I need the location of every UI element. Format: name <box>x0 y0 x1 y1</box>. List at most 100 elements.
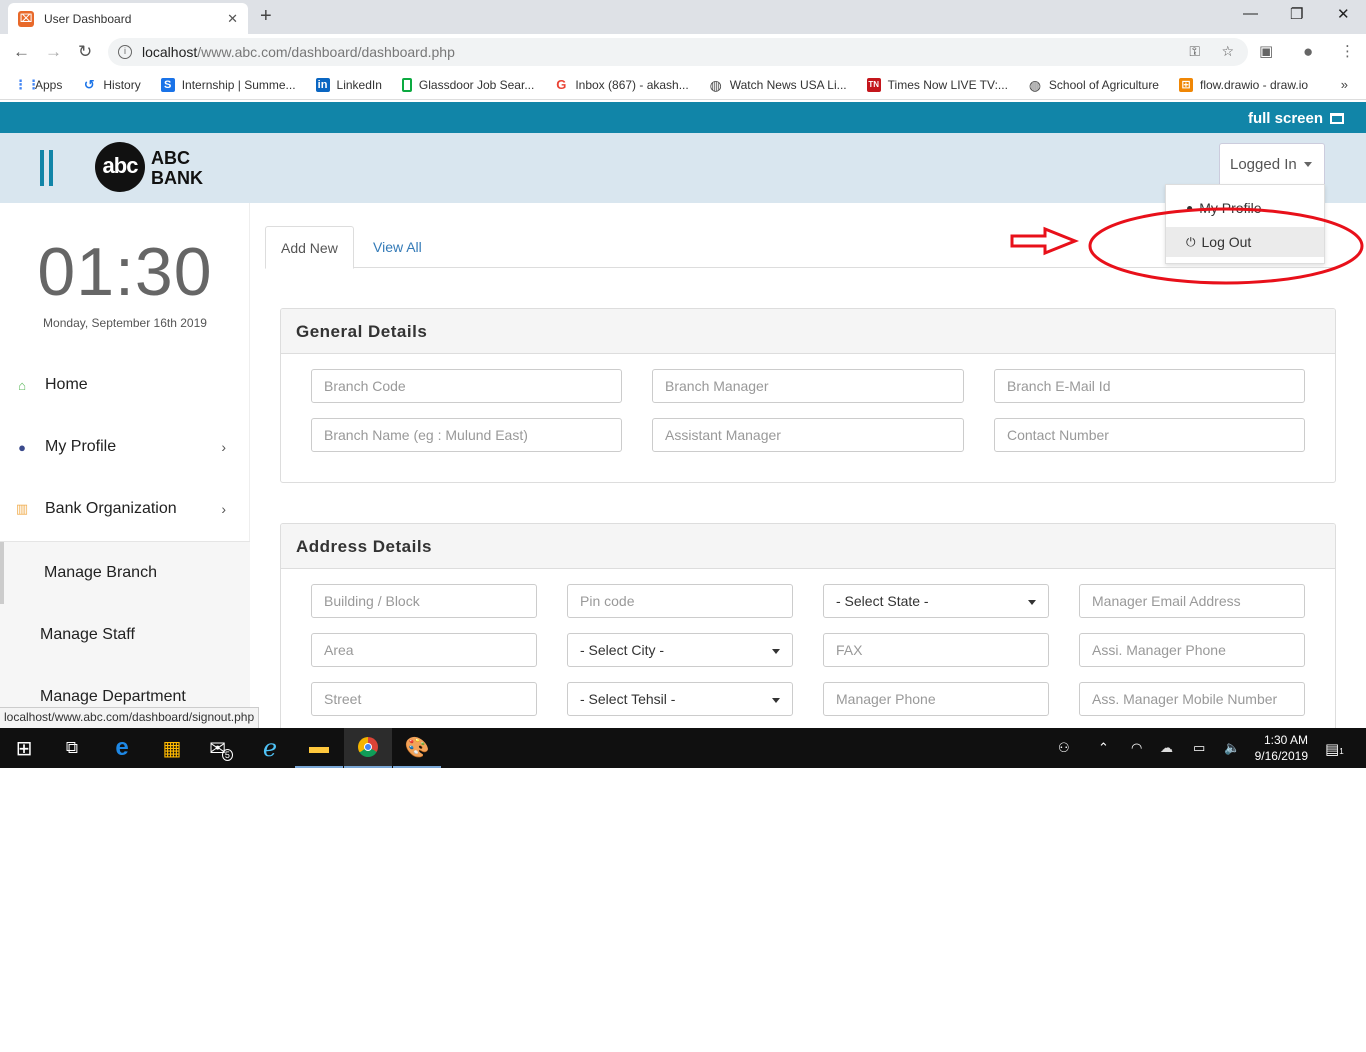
google-icon: G <box>556 76 567 92</box>
sidebar-item-manage-staff[interactable]: Manage Staff <box>0 604 250 666</box>
browser-tab-bar: ⌧ User Dashboard ✕ + — ❐ ✕ <box>0 0 1366 34</box>
address-details-title: Address Details <box>281 524 1335 569</box>
profile-avatar-icon[interactable]: ● <box>1303 42 1313 62</box>
bookmark-star-icon[interactable]: ☆ <box>1221 43 1234 60</box>
bookmark-agriculture[interactable]: ◍ School of Agriculture <box>1028 78 1159 92</box>
store-icon[interactable]: ▦ <box>148 728 196 768</box>
bookmark-glassdoor[interactable]: Glassdoor Job Sear... <box>401 77 534 92</box>
branch-manager-field[interactable]: Branch Manager <box>652 369 964 403</box>
user-icon: ● <box>1186 201 1194 215</box>
manager-email-field[interactable]: Manager Email Address <box>1079 584 1305 618</box>
tab-add-new[interactable]: Add New <box>265 226 354 269</box>
app-header: abc ABC BANK <box>0 133 1366 203</box>
sidebar-item-home[interactable]: ⌂ Home <box>0 354 250 416</box>
street-field[interactable]: Street <box>311 682 537 716</box>
select-tehsil-dropdown[interactable]: - Select Tehsil - <box>567 682 793 716</box>
select-city-dropdown[interactable]: - Select City - <box>567 633 793 667</box>
select-state-dropdown[interactable]: - Select State - <box>823 584 1049 618</box>
file-explorer-icon[interactable]: ▬ <box>295 728 343 768</box>
mail-icon[interactable]: ✉ 5 <box>197 728 245 768</box>
sidebar-item-bank-organization[interactable]: ▥ Bank Organization › <box>0 478 250 540</box>
browser-menu-icon[interactable]: ⋮ <box>1340 42 1355 60</box>
assistant-manager-phone-field[interactable]: Assi. Manager Phone <box>1079 633 1305 667</box>
fax-field[interactable]: FAX <box>823 633 1049 667</box>
url-field[interactable]: i localhost/www.abc.com/dashboard/dashbo… <box>108 38 1248 66</box>
caret-down-icon <box>1303 161 1312 167</box>
linkedin-icon: in <box>315 77 330 92</box>
pin-code-field[interactable]: Pin code <box>567 584 793 618</box>
extension-icon[interactable]: ▣ <box>1259 42 1273 60</box>
windows-start-icon[interactable]: ⊞ <box>0 728 48 768</box>
people-icon[interactable]: ⚇ <box>1058 740 1070 756</box>
bank-name-line1: ABC <box>151 148 190 168</box>
new-tab-icon[interactable]: + <box>260 5 272 28</box>
bookmark-label: Apps <box>35 77 63 92</box>
branch-email-field[interactable]: Branch E-Mail Id <box>994 369 1305 403</box>
bookmark-linkedin[interactable]: in LinkedIn <box>315 77 382 92</box>
reload-icon[interactable]: ↻ <box>78 42 92 62</box>
info-icon[interactable]: i <box>118 45 132 59</box>
key-icon[interactable]: ⚿ <box>1189 43 1200 60</box>
url-path: /www.abc.com/dashboard/dashboard.php <box>197 44 455 60</box>
status-bar-url: localhost/www.abc.com/dashboard/signout.… <box>0 707 260 728</box>
assistant-manager-mobile-field[interactable]: Ass. Manager Mobile Number <box>1079 682 1305 716</box>
sidebar-date: Monday, September 16th 2019 <box>43 316 207 330</box>
general-details-title: General Details <box>281 309 1335 354</box>
tab-view-all[interactable]: View All <box>358 226 437 268</box>
full-screen-icon <box>1330 113 1344 124</box>
sidebar-toggle-icon[interactable] <box>40 150 56 186</box>
bookmark-news[interactable]: ◍ Watch News USA Li... <box>709 78 847 92</box>
back-icon[interactable]: ← <box>13 42 30 62</box>
bookmark-history[interactable]: ↺ History <box>82 77 141 92</box>
forward-icon[interactable]: → <box>45 42 62 62</box>
battery-icon[interactable]: ▭ <box>1193 740 1205 756</box>
bookmark-internship[interactable]: S Internship | Summe... <box>160 77 296 92</box>
manager-phone-field[interactable]: Manager Phone <box>823 682 1049 716</box>
bookmark-label: Internship | Summe... <box>181 77 296 92</box>
branch-code-field[interactable]: Branch Code <box>311 369 622 403</box>
drawio-icon: ⊞ <box>1178 77 1193 92</box>
bookmarks-bar: ⋮⋮ Apps ↺ History S Internship | Summe... i… <box>0 70 1366 100</box>
sidebar-item-my-profile[interactable]: ● My Profile › <box>0 416 250 478</box>
restore-icon[interactable]: ❐ <box>1290 5 1303 23</box>
top-strip: full screen <box>0 102 1366 133</box>
full-screen-button[interactable]: full screen <box>1248 110 1344 127</box>
assistant-manager-field[interactable]: Assistant Manager <box>652 418 964 452</box>
taskbar-clock[interactable]: 1:30 AM 9/16/2019 <box>1255 732 1308 764</box>
wifi-icon[interactable]: ◠ <box>1131 740 1142 756</box>
browser-tab[interactable]: ⌧ User Dashboard ✕ <box>8 3 248 34</box>
address-bar: ← → ↻ i localhost/www.abc.com/dashboard/… <box>0 34 1366 70</box>
sidebar-item-label: Manage Department <box>40 688 186 705</box>
onedrive-icon[interactable]: ☁ <box>1160 740 1173 756</box>
bookmark-inbox[interactable]: G Inbox (867) - akash... <box>554 76 688 92</box>
my-profile-menu-item[interactable]: ● My Profile <box>1166 193 1324 223</box>
show-hidden-icons-icon[interactable]: ⌃ <box>1098 740 1109 756</box>
sidebar-item-manage-branch[interactable]: Manage Branch <box>0 542 250 604</box>
internet-explorer-icon[interactable]: ℯ <box>246 728 294 768</box>
branch-name-field[interactable]: Branch Name (eg : Mulund East) <box>311 418 622 452</box>
contact-number-field[interactable]: Contact Number <box>994 418 1305 452</box>
edge-icon[interactable]: e <box>98 728 146 768</box>
general-details-panel: General Details Branch Code Branch Manag… <box>280 308 1336 483</box>
area-field[interactable]: Area <box>311 633 537 667</box>
logged-in-dropdown-button[interactable]: Logged In <box>1219 143 1325 184</box>
close-window-icon[interactable]: ✕ <box>1337 5 1350 23</box>
minimize-icon[interactable]: — <box>1243 5 1258 22</box>
times-now-icon: TN <box>866 77 881 92</box>
notification-badge: 1 <box>1339 747 1344 756</box>
sidebar-item-label: Manage Staff <box>40 626 135 643</box>
bookmark-apps[interactable]: ⋮⋮ Apps <box>14 77 63 92</box>
task-view-icon[interactable]: ⧉ <box>48 728 96 768</box>
bookmark-drawio[interactable]: ⊞ flow.drawio - draw.io <box>1178 77 1308 92</box>
bookmark-timesnow[interactable]: TN Times Now LIVE TV:... <box>866 77 1008 92</box>
glassdoor-icon <box>401 77 412 92</box>
notifications-icon[interactable]: ▤1 <box>1325 740 1344 758</box>
close-tab-icon[interactable]: ✕ <box>227 11 238 27</box>
chevron-right-icon: › <box>221 439 226 455</box>
building-icon: ▥ <box>15 501 29 516</box>
building-block-field[interactable]: Building / Block <box>311 584 537 618</box>
volume-icon[interactable]: 🔈 <box>1224 740 1240 756</box>
paint-icon[interactable]: 🎨 <box>393 728 441 768</box>
more-bookmarks-icon[interactable]: » <box>1341 77 1348 92</box>
chrome-icon[interactable] <box>344 728 392 768</box>
